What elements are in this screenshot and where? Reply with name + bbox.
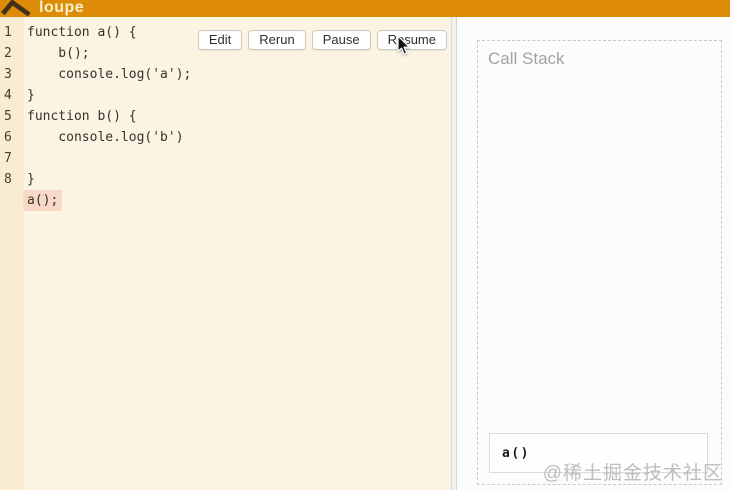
code-line: 5 function b() { xyxy=(0,106,457,127)
call-stack-frames: a() xyxy=(489,433,708,473)
call-stack-title: Call Stack xyxy=(488,49,565,68)
code-text-highlighted: a(); xyxy=(23,190,63,211)
line-number: 4 xyxy=(4,88,12,103)
code-line: a(); xyxy=(0,190,457,211)
visualizer-panel: Call Stack a() @稀土掘金技术社区 xyxy=(457,17,730,490)
code-editor[interactable]: 1 function a() { 2 b(); 3 console.log('a');… xyxy=(0,17,457,490)
line-number: 3 xyxy=(4,67,12,82)
line-number xyxy=(0,190,27,211)
line-number: 1 xyxy=(4,25,12,40)
line-number: 7 xyxy=(4,151,12,166)
resume-button[interactable]: Resume xyxy=(376,30,447,50)
call-stack-panel: Call Stack a() xyxy=(477,40,722,485)
code-line: 4} xyxy=(0,85,457,106)
app-header: loupe xyxy=(0,0,730,17)
code-line: 3 console.log('a'); xyxy=(0,64,457,85)
stack-frame: a() xyxy=(489,433,708,473)
rerun-button[interactable]: Rerun xyxy=(248,30,306,50)
code-line: 8} xyxy=(0,169,457,190)
main-area: 1 function a() { 2 b(); 3 console.log('a');… xyxy=(0,17,730,490)
code-line: 7 xyxy=(0,148,457,169)
code-text: b(); xyxy=(27,46,90,61)
line-number: 8 xyxy=(4,172,12,187)
pause-button[interactable]: Pause xyxy=(311,30,371,50)
line-number: 6 xyxy=(4,130,12,145)
code-text: } xyxy=(27,172,35,187)
edit-button[interactable]: Edit xyxy=(197,30,243,50)
code-text: } xyxy=(27,88,35,103)
editor-toolbar: Edit Rerun Pause Resume xyxy=(197,30,447,50)
code-text: function b() { xyxy=(27,109,137,124)
app-title: loupe xyxy=(39,0,85,16)
loupe-logo-icon xyxy=(1,0,31,17)
code-text: console.log('a'); xyxy=(27,67,192,82)
line-number: 5 xyxy=(4,109,12,124)
line-number: 2 xyxy=(4,46,12,61)
code-text: function a() { xyxy=(27,25,137,40)
code-line: 6 console.log('b') xyxy=(0,127,457,148)
code-text: console.log('b') xyxy=(27,130,184,145)
